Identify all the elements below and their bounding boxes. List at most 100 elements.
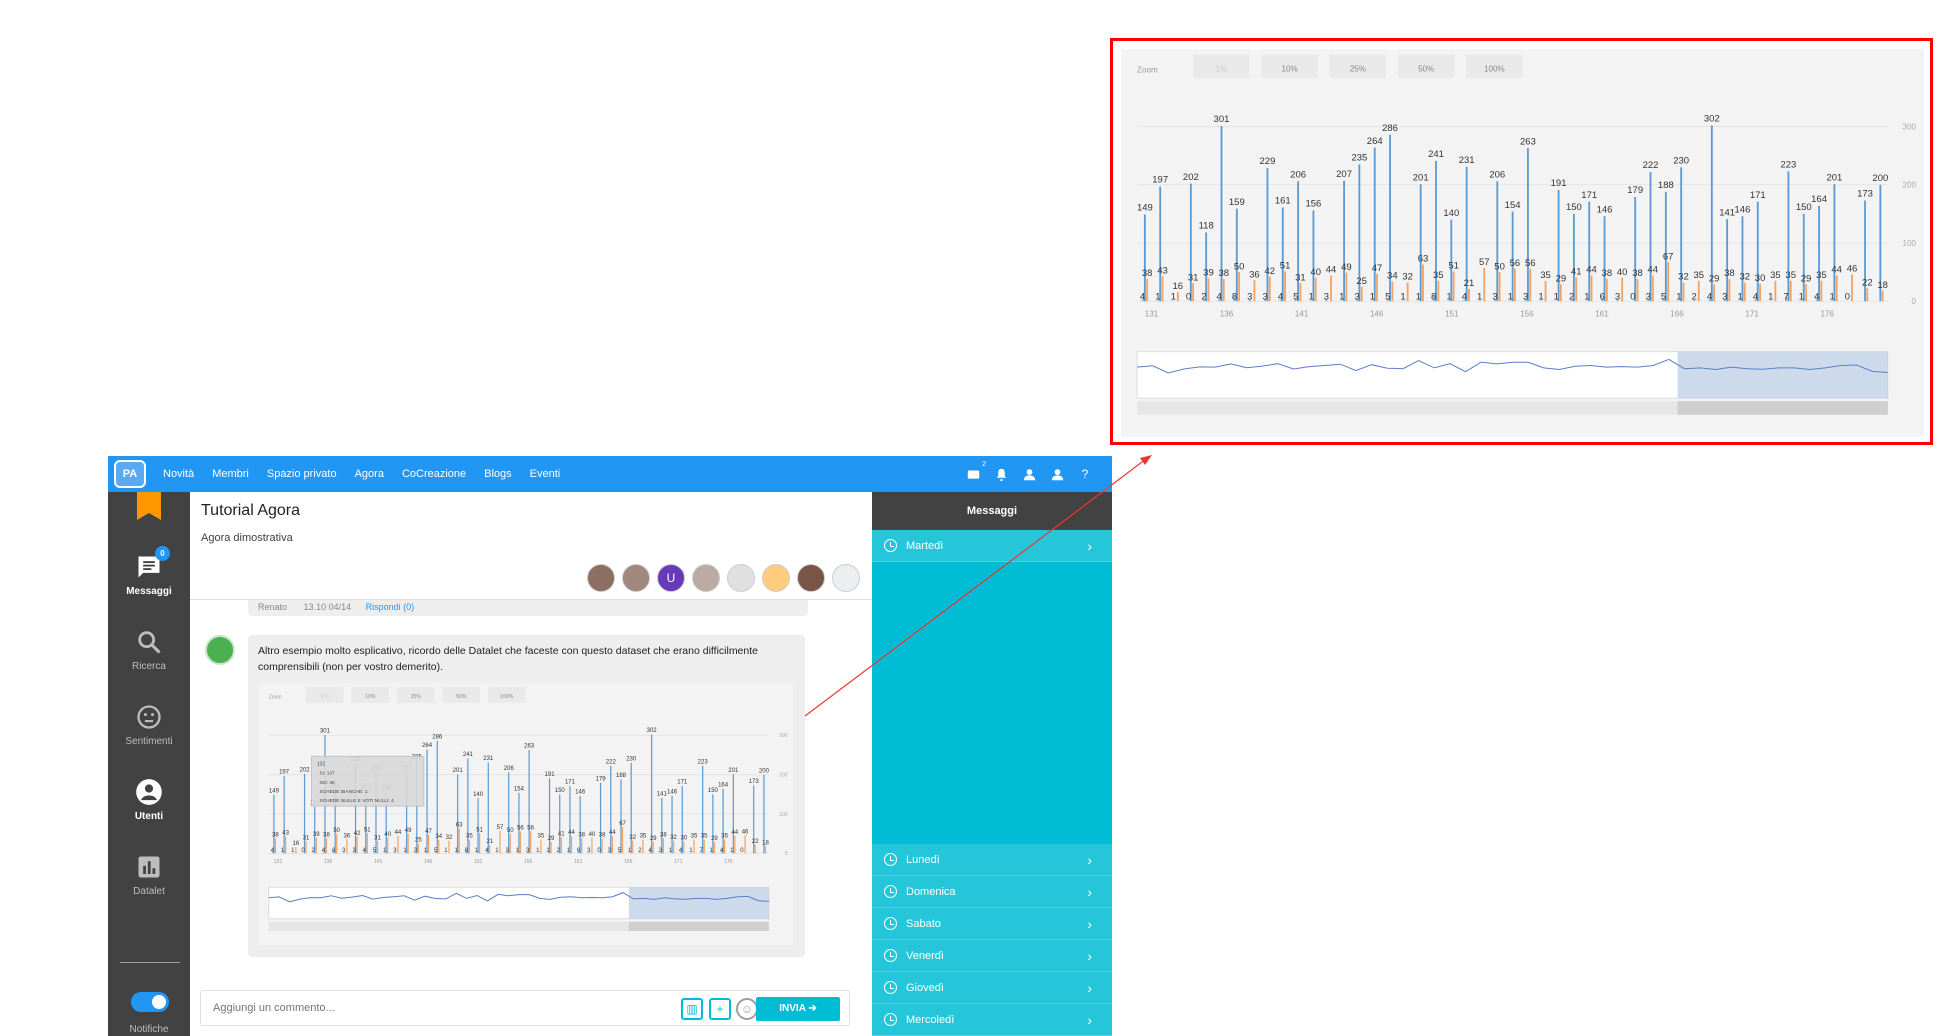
avatar[interactable]: U xyxy=(657,564,685,592)
sidebar-item-ricerca[interactable]: Ricerca xyxy=(108,627,190,672)
bar-series-1 xyxy=(1483,268,1486,302)
add-datalet-icon[interactable]: ▥ xyxy=(681,998,703,1020)
data-label: 164 xyxy=(718,782,729,788)
data-label: 146 xyxy=(667,790,678,796)
user-icon[interactable] xyxy=(1022,467,1036,481)
avatar[interactable] xyxy=(587,564,615,592)
nav-membri[interactable]: Membri xyxy=(212,468,249,480)
nav-cocreazione[interactable]: CoCreazione xyxy=(402,468,466,480)
bell-icon[interactable] xyxy=(994,467,1008,481)
data-label: 40 xyxy=(384,832,391,838)
chevron-right-icon: › xyxy=(1087,884,1092,900)
bar-series-0 xyxy=(477,798,479,854)
help-icon[interactable]: ? xyxy=(1078,467,1092,481)
day-item-sabato[interactable]: Sabato › xyxy=(872,908,1112,940)
nav-eventi[interactable]: Eventi xyxy=(530,468,561,480)
x-tick-label: 166 xyxy=(624,859,633,865)
data-label: 1 xyxy=(1308,291,1313,302)
data-label: 51 xyxy=(1448,261,1459,272)
app-logo[interactable]: PA xyxy=(114,460,146,488)
data-label: 188 xyxy=(1658,180,1674,191)
avatar[interactable] xyxy=(797,564,825,592)
sidebar-item-messaggi[interactable]: 0 Messaggi xyxy=(108,546,190,597)
sidebar-item-datalet[interactable]: Datalet xyxy=(108,852,190,897)
data-label: 50 xyxy=(333,828,340,834)
data-label: 25 xyxy=(415,838,422,844)
day-item-venerdi[interactable]: Venerdì › xyxy=(872,940,1112,972)
data-label: 173 xyxy=(1857,189,1873,200)
nav-blogs[interactable]: Blogs xyxy=(484,468,512,480)
add-file-icon[interactable]: + xyxy=(709,998,731,1020)
send-button[interactable]: INVIA ➔ xyxy=(756,997,840,1021)
nav-novita[interactable]: Novità xyxy=(163,468,194,480)
bar-series-1 xyxy=(1161,276,1164,302)
data-label: 38 xyxy=(272,833,279,839)
data-label: 4 xyxy=(1707,291,1712,302)
bar-series-1 xyxy=(683,841,685,854)
avatar[interactable] xyxy=(727,564,755,592)
bar-series-1 xyxy=(1789,280,1792,302)
bar-series-1 xyxy=(336,833,338,854)
data-label: 1 xyxy=(1738,291,1743,302)
bar-series-1 xyxy=(417,843,419,854)
avatar[interactable] xyxy=(762,564,790,592)
bar-series-1 xyxy=(1330,275,1332,302)
comment-input[interactable]: Aggiungi un commento... xyxy=(213,1002,335,1014)
data-label: 235 xyxy=(1351,153,1367,164)
bar-series-0 xyxy=(1557,190,1560,302)
notifications-toggle[interactable] xyxy=(131,992,169,1012)
sidebar-item-utenti[interactable]: Utenti xyxy=(108,777,190,822)
day-label: Mercoledì xyxy=(906,1014,955,1026)
data-label: 4 xyxy=(1217,291,1222,302)
bar-series-1 xyxy=(611,836,613,854)
clock-icon xyxy=(884,917,897,930)
sidebar-item-sentimenti[interactable]: Sentimenti xyxy=(108,702,190,747)
messages-count-badge: 0 xyxy=(155,546,170,561)
datalet-chart-small[interactable]: Zoom1%10%25%50%100%010020030014919720211… xyxy=(258,683,793,945)
search-icon xyxy=(134,627,164,657)
post-author-avatar[interactable] xyxy=(205,635,235,665)
day-item-mercoledi[interactable]: Mercoledì › xyxy=(872,1004,1112,1036)
bar-series-0 xyxy=(426,749,428,854)
x-tick-label: 136 xyxy=(1220,309,1234,318)
data-label: 154 xyxy=(1505,200,1521,211)
clock-icon xyxy=(884,539,897,552)
bookmark-icon[interactable] xyxy=(137,492,161,520)
bar-series-1 xyxy=(632,840,634,854)
data-label: 51 xyxy=(1280,261,1291,272)
messages-icon[interactable]: 2 xyxy=(966,461,986,481)
profile-icon[interactable] xyxy=(1050,467,1064,481)
bar-series-0 xyxy=(273,794,275,854)
data-label: 191 xyxy=(1551,178,1567,189)
avatar[interactable] xyxy=(692,564,720,592)
avatar[interactable] xyxy=(832,564,860,592)
data-label: 32 xyxy=(1402,272,1413,283)
bar-series-1 xyxy=(1713,284,1716,302)
day-item-giovedi[interactable]: Giovedì › xyxy=(872,972,1112,1004)
avatar[interactable] xyxy=(622,564,650,592)
bar-series-1 xyxy=(519,831,522,854)
data-label: 32 xyxy=(446,835,453,841)
data-label: 3 xyxy=(1722,291,1727,302)
nav-agora[interactable]: Agora xyxy=(355,468,384,480)
reply-link[interactable]: Rispondi (0) xyxy=(366,602,415,612)
data-label: 201 xyxy=(728,768,739,774)
bar-series-1 xyxy=(693,839,695,854)
screenshot-stage: PA Novità Membri Spazio privato Agora Co… xyxy=(0,0,1943,1036)
day-item-domenica[interactable]: Domenica › xyxy=(872,876,1112,908)
data-label: 56 xyxy=(527,825,534,831)
day-item-lunedi[interactable]: Lunedì › xyxy=(872,844,1112,876)
bar-series-1 xyxy=(1422,264,1424,302)
emoji-icon[interactable]: ☺ xyxy=(736,998,758,1020)
bar-series-1 xyxy=(1835,275,1838,302)
bar-series-1 xyxy=(489,845,491,854)
bar-series-1 xyxy=(764,846,767,854)
data-label: 263 xyxy=(1520,136,1536,147)
data-label: 35 xyxy=(1770,270,1781,281)
data-label: 4 xyxy=(1278,291,1283,302)
nav-spazio-privato[interactable]: Spazio privato xyxy=(267,468,337,480)
data-label: 35 xyxy=(466,834,473,840)
day-item-martedi[interactable]: Martedì › xyxy=(872,530,1112,562)
data-label: 5 xyxy=(1385,291,1390,302)
data-label: 44 xyxy=(609,830,616,836)
